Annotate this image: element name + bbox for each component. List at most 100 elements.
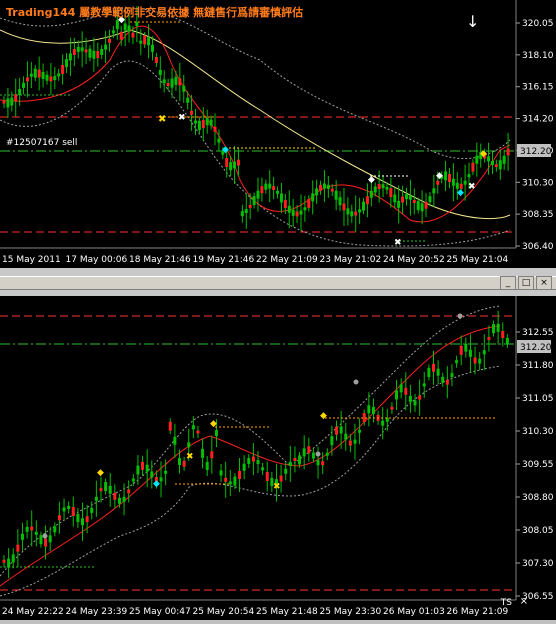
diamond-marker-icon: ◆	[457, 188, 464, 198]
candle-body	[252, 196, 256, 206]
candle-body	[62, 507, 66, 512]
candle-body	[395, 390, 399, 400]
candle-body	[427, 367, 431, 377]
candle-body	[25, 77, 29, 82]
candle-body	[88, 48, 92, 58]
candle-body	[45, 74, 49, 81]
candle-body	[408, 195, 412, 200]
candle-body	[186, 97, 190, 103]
candle-body	[478, 358, 482, 364]
candle-body	[228, 481, 232, 485]
price-tick-label: 309.55	[522, 460, 554, 470]
candle-body	[346, 208, 350, 215]
candle-body	[111, 30, 115, 34]
main-chart-pane[interactable]: ◆ ✖ ✖ ◆ ◆ ✖ ◆ ✖ ◆ ◆ 320.05 318.10 316.15 31…	[0, 0, 556, 268]
candle-body	[18, 88, 22, 95]
candle-body	[436, 180, 440, 185]
candle-body	[416, 201, 420, 211]
candle-body	[303, 207, 307, 211]
maximize-button[interactable]: □	[518, 276, 534, 290]
candle-body	[264, 183, 268, 190]
candle-body	[108, 485, 112, 494]
candle-body	[135, 22, 139, 27]
candle-body	[99, 488, 103, 492]
diamond-marker-icon: ◆	[153, 479, 160, 489]
candle-body	[53, 526, 57, 533]
candle-body	[71, 507, 75, 517]
price-tick-label: 311.05	[522, 394, 554, 404]
price-tick-label: 307.30	[522, 559, 554, 569]
diamond-marker-icon: ◆	[368, 175, 375, 185]
candle-body	[321, 461, 325, 466]
candle-body	[307, 446, 311, 454]
diamond-marker-icon: ◆	[97, 468, 104, 478]
candle-body	[445, 379, 449, 385]
time-tick-label: 15 May 2011	[2, 255, 61, 265]
candle-body	[162, 79, 166, 84]
close-button[interactable]: ×	[536, 276, 552, 290]
candle-body	[279, 475, 283, 482]
candle-body	[428, 196, 432, 203]
candle-body	[159, 477, 163, 482]
candle-body	[233, 161, 237, 169]
candle-body	[389, 188, 393, 198]
candle-body	[84, 49, 88, 53]
candle-body	[20, 533, 24, 540]
candle-body	[342, 203, 346, 211]
time-tick-label: 25 May 21:48	[256, 607, 318, 617]
time-tick-label: 22 May 21:09	[256, 255, 318, 265]
candle-body	[94, 496, 98, 501]
candle-body	[48, 535, 52, 543]
candle-body	[247, 458, 251, 465]
candle-body	[413, 400, 417, 406]
candle-body	[219, 470, 223, 476]
candle-body	[506, 148, 510, 156]
candle-body	[256, 460, 260, 465]
indicator-chart-pane[interactable]: ◆ ◆ ◆ ✖ ✖ ◆ 312.55 311.80 311.05 310.30 309.…	[0, 296, 556, 620]
candle-body	[412, 199, 416, 203]
candle-body	[108, 38, 112, 43]
candle-body	[76, 46, 80, 52]
candle-body	[164, 470, 168, 474]
minimize-button[interactable]: _	[500, 276, 516, 290]
indicator-chart-svg: ◆ ◆ ◆ ✖ ✖ ◆ 312.55 311.80 311.05 310.30 309.…	[0, 296, 554, 617]
price-tick-label: 320.05	[522, 19, 554, 29]
candle-body	[217, 138, 221, 143]
candle-body	[201, 120, 205, 129]
candle-body	[113, 492, 117, 500]
candle-body	[455, 360, 459, 364]
candle-body	[311, 452, 315, 459]
price-tick-label: 316.15	[522, 83, 554, 93]
candle-body	[68, 53, 72, 61]
candle-body	[205, 118, 209, 126]
main-chart-svg: ◆ ✖ ✖ ◆ ◆ ✖ ◆ ✖ ◆ ◆ 320.05318.10316.1531…	[0, 0, 554, 265]
candle-body	[330, 436, 334, 446]
candle-body	[90, 507, 94, 513]
candle-body	[464, 343, 468, 352]
candle-body	[61, 65, 65, 75]
candle-body	[399, 384, 403, 393]
candle-body	[7, 558, 11, 568]
candle-body	[224, 477, 228, 482]
candle-body	[225, 158, 229, 168]
candle-body	[205, 461, 209, 470]
candle-body	[158, 69, 162, 75]
disclaimer-banner: Trading144 屬教學範例非交易依據 無鏈售行爲請審慎評估	[6, 6, 304, 19]
price-tick-label: 312.55	[522, 328, 554, 338]
candle-body	[385, 186, 389, 190]
candle-body	[92, 50, 96, 59]
cross-marker-icon: ✖	[186, 452, 194, 462]
candle-body	[291, 209, 295, 216]
candle-body	[498, 160, 502, 170]
candle-body	[261, 467, 265, 471]
candle-body	[367, 405, 371, 414]
pane-separator[interactable]	[0, 268, 556, 296]
candle-body	[265, 472, 269, 482]
order-label[interactable]: #12507167 sell	[6, 138, 77, 148]
candle-body	[393, 194, 397, 203]
candle-body	[104, 44, 108, 50]
indicator-close-icon[interactable]: ×	[520, 596, 528, 607]
price-axis: 312.55 311.80 311.05 310.30 309.55 308.80 308.…	[516, 328, 554, 602]
candle-body	[451, 178, 455, 186]
time-tick-label: 19 May 21:46	[193, 255, 255, 265]
